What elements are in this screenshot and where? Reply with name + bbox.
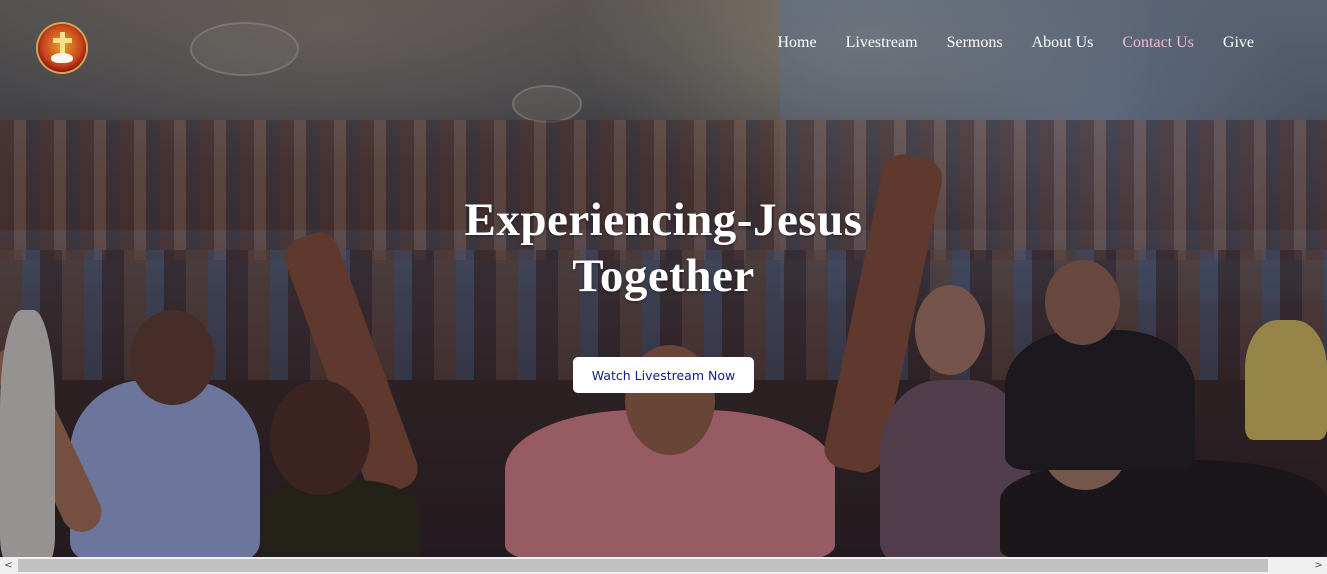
nav-give[interactable]: Give	[1223, 33, 1254, 53]
chevron-left-icon[interactable]: <	[0, 557, 17, 574]
nav-livestream[interactable]: Livestream	[846, 33, 918, 53]
church-logo-icon[interactable]	[38, 24, 86, 72]
dove-icon	[51, 53, 73, 63]
hero-title: Experiencing-Jesus Together	[0, 192, 1327, 304]
hero-title-line-1: Experiencing-Jesus	[464, 194, 863, 246]
page: Home Livestream Sermons About Us Contact…	[0, 0, 1327, 574]
watch-livestream-button[interactable]: Watch Livestream Now	[573, 357, 754, 393]
cross-icon-bar	[53, 38, 72, 43]
horizontal-scrollbar[interactable]: < >	[0, 557, 1327, 574]
hero-title-line-2: Together	[572, 250, 755, 302]
nav-contact-us[interactable]: Contact Us	[1122, 33, 1194, 53]
nav-home[interactable]: Home	[777, 33, 816, 53]
nav-about-us[interactable]: About Us	[1032, 33, 1094, 53]
chevron-right-icon[interactable]: >	[1310, 557, 1327, 574]
nav-sermons[interactable]: Sermons	[947, 33, 1003, 53]
main-nav: Home Livestream Sermons About Us Contact…	[777, 33, 1254, 53]
scrollbar-thumb[interactable]	[18, 559, 1268, 572]
cross-icon	[60, 32, 65, 54]
